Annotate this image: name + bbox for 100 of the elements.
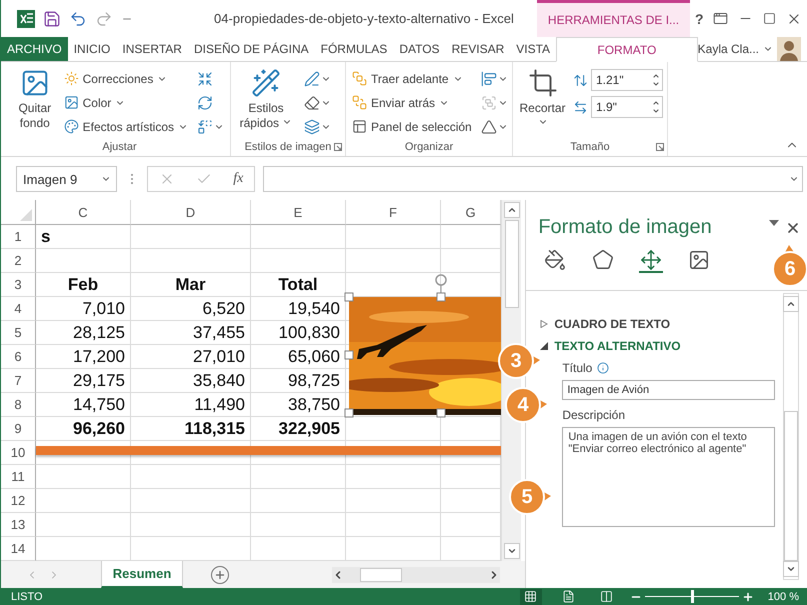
table-cell: Feb [36,273,131,297]
column-header[interactable]: C [36,200,131,225]
sheet-tab[interactable]: Resumen [101,561,183,588]
ribbon-button[interactable]: Estilos rápidos [235,68,297,138]
ribbon-button[interactable]: Quitar fondo [13,68,57,138]
scroll-thumb[interactable] [360,568,402,582]
layers-icon [304,118,320,134]
row-header[interactable]: 2 [1,249,36,273]
size-spinner[interactable]: 1.9" [591,96,663,118]
ribbon-button[interactable]: Color [62,92,190,113]
window-title: 04-propiedades-de-objeto-y-texto-alternativo - Excel [213,11,515,26]
horizontal-scrollbar[interactable] [332,566,500,582]
name-box[interactable]: Imagen 9 [16,166,117,192]
user-name[interactable]: Kayla Cla... [698,42,759,56]
table-cell: 6,520 [131,297,251,321]
row-header[interactable]: 12 [1,489,36,513]
view-button[interactable] [520,588,542,604]
row-header[interactable]: 4 [1,297,36,321]
scroll-down-button[interactable] [504,543,520,559]
launcher-icon[interactable] [656,143,664,151]
help-button[interactable]: ? [694,10,704,26]
column-header[interactable]: D [131,200,251,225]
title-field[interactable]: Imagen de Avión [562,380,775,400]
size-spinner[interactable]: 1.21" [591,69,663,91]
table-cell: 17,200 [36,345,131,369]
row-header[interactable]: 6 [1,345,36,369]
ribbon-button[interactable]: Panel de selección [350,116,474,137]
field-label: Título [562,361,592,375]
ribbon-button[interactable]: Recortar [517,68,568,138]
scroll-thumb[interactable] [504,220,518,308]
group-label: Tamaño [570,141,610,153]
pentagon-icon [592,249,614,271]
ribbon-tab[interactable]: ARCHIVO [1,37,68,62]
vertical-scrollbar[interactable] [783,293,799,580]
description-field[interactable]: Una imagen de un avión con el texto "Enviar correo electrónico al agente" [562,427,775,527]
row-header[interactable]: 8 [1,393,36,417]
dropdown-icon[interactable] [769,220,779,226]
down-icon [652,107,660,115]
avatar-icon[interactable] [777,37,801,61]
scroll-down-button[interactable] [783,561,799,577]
table-cell: 37,455 [131,321,251,345]
triangle-icon [480,118,497,134]
ribbon-button[interactable]: Efectos artísticos [62,116,190,137]
pane-tab[interactable] [543,249,568,273]
align-icon [480,70,497,86]
group-icon [480,94,497,110]
maximize-icon[interactable] [763,12,776,25]
width-icon [573,100,588,114]
up-icon [652,99,660,107]
launcher-icon[interactable] [334,143,342,151]
row-header[interactable]: 3 [1,273,36,297]
group-label: Estilos de imagen [244,141,332,153]
row-header[interactable]: 5 [1,321,36,345]
table-cell: 98,725 [251,369,346,393]
undo-icon[interactable] [69,10,87,28]
row-header[interactable]: 1 [1,225,36,249]
table-cell: 14,750 [36,393,131,417]
table-cell: 322,905 [251,417,346,441]
row-header[interactable]: 13 [1,513,36,537]
table-cell: Mar [131,273,251,297]
scroll-up-button[interactable] [783,296,799,312]
new-sheet-button[interactable] [211,566,229,584]
palette-icon [64,119,79,134]
save-icon[interactable] [43,10,61,28]
row-header[interactable]: 9 [1,417,36,441]
ribbon-tab[interactable]: FORMATO [556,37,698,62]
picture-icon [20,68,50,98]
contextual-tab-header: HERRAMIENTAS DE I... [537,0,690,37]
spreadsheet-logo-icon[interactable] [17,10,35,28]
replace-icon [197,118,213,134]
grid-icon [524,590,538,603]
scroll-up-button[interactable] [504,202,520,218]
ribbon-button[interactable]: Enviar atrás [350,92,474,113]
scroll-thumb[interactable] [784,411,798,561]
picture-icon [688,249,710,271]
formula-field[interactable] [263,166,803,192]
table-cell: 11,490 [131,393,251,417]
section-header[interactable]: CUADRO DE TEXTO [540,317,777,331]
zoom-level[interactable]: 100 % [754,590,807,602]
zoom-thumb[interactable] [690,590,694,603]
insert-function-button[interactable]: fx [233,171,244,187]
section-header[interactable]: TEXTO ALTERNATIVO [540,339,777,353]
height-icon [573,72,588,88]
pane-tab[interactable] [639,249,664,273]
table-cell: 118,315 [131,417,251,441]
zoom-in-icon[interactable] [742,590,754,602]
column-header[interactable]: E [251,200,346,225]
ribbon-display-icon[interactable] [713,11,728,26]
page-icon [562,590,576,603]
ribbon-button[interactable]: Traer adelante [350,68,474,89]
row-header[interactable]: 7 [1,369,36,393]
table-cell: 28,125 [36,321,131,345]
table-cell: 7,010 [36,297,131,321]
picture-icon [64,95,79,110]
table-cell: 100,830 [251,321,346,345]
collapsed-icon [540,320,548,328]
ribbon-button[interactable]: Correcciones [62,68,190,89]
row-header[interactable]: 11 [1,465,36,489]
column-header[interactable]: F [346,200,441,225]
send-backward-icon [352,95,367,110]
